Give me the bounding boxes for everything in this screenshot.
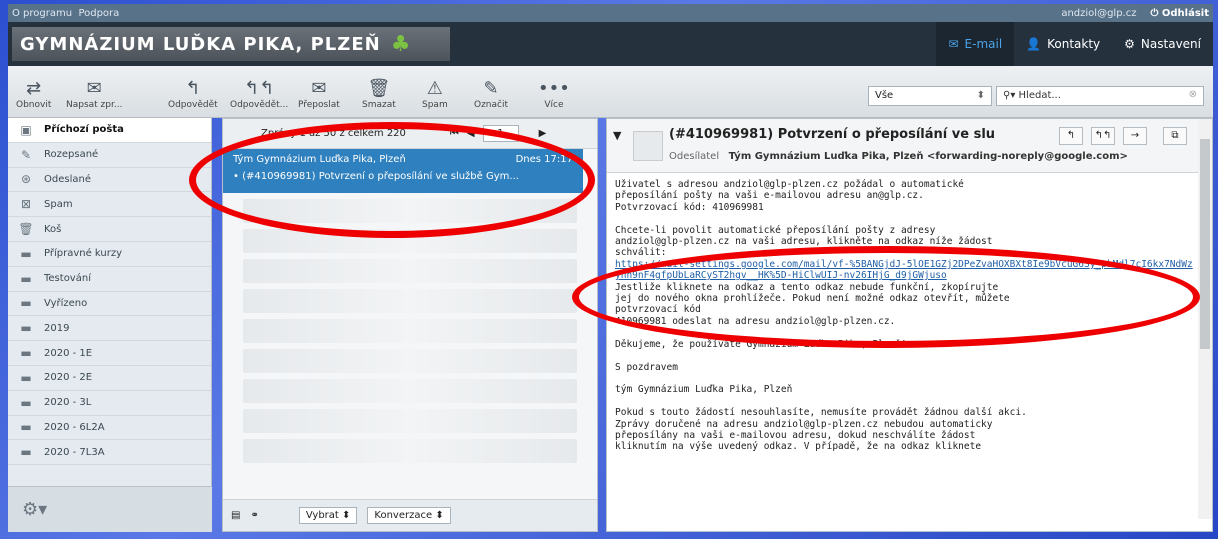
- message-subject: (#410969981) Potvrzení o přeposílání ve …: [669, 127, 996, 142]
- folder-item[interactable]: ▬ Vyřízeno: [8, 292, 211, 317]
- thread-icon[interactable]: ⚭: [250, 510, 258, 521]
- conversation-dropdown[interactable]: Konverzace ⬍: [367, 507, 451, 524]
- list-item[interactable]: [243, 259, 577, 283]
- list-view-icon[interactable]: ▤: [231, 510, 240, 521]
- reply-all-button[interactable]: ↰↰: [1091, 127, 1115, 145]
- folder-icon: ▬: [20, 321, 32, 336]
- scroll-thumb[interactable]: [1200, 139, 1210, 349]
- folder-icon: ▬: [20, 246, 32, 261]
- folder-icon: ▬: [20, 445, 32, 460]
- folder-item[interactable]: ▬ 2020 - 7L3A: [8, 440, 211, 466]
- folder-spam[interactable]: ⊠ Spam: [8, 192, 211, 218]
- compose-icon: ✉: [86, 78, 102, 99]
- list-footer: ▤ ⚭ Vybrat ⬍ Konverzace ⬍: [223, 499, 597, 531]
- spam-icon: ⚠: [426, 78, 443, 99]
- folder-item[interactable]: ▬ Testování: [8, 267, 211, 292]
- logo-title: GYMNÁZIUM LUĎKA PIKA, PLZEŇ: [20, 33, 381, 55]
- folder-item[interactable]: ▬ 2020 - 2E: [8, 366, 211, 391]
- folder-inbox[interactable]: ▣ Příchozí pošta: [8, 118, 211, 143]
- folder-icon: ▬: [20, 420, 32, 435]
- about-link[interactable]: O programu: [12, 8, 72, 19]
- spam-icon: ⊠: [20, 197, 32, 212]
- pencil-icon: ✎: [20, 147, 32, 162]
- open-window-button[interactable]: ⧉: [1163, 127, 1187, 145]
- scrollbar[interactable]: [1198, 119, 1212, 519]
- reply-all-icon: ↰↰: [244, 78, 275, 99]
- clear-icon[interactable]: ⊗: [1189, 89, 1197, 100]
- pencil-icon: ✎: [483, 78, 499, 99]
- folder-list: ▣ Příchozí pošta ✎ Rozepsané ⊛ Odeslané ⊠ Sp…: [8, 118, 212, 532]
- list-item[interactable]: [243, 409, 577, 433]
- collapse-icon[interactable]: ▼: [613, 129, 621, 142]
- folder-settings-button[interactable]: ⚙▾: [8, 486, 212, 532]
- gear-icon: ⚙▾: [22, 499, 48, 520]
- search-input[interactable]: ⚲▾ Hledat... ⊗: [996, 86, 1204, 106]
- header: GYMNÁZIUM LUĎKA PIKA, PLZEŇ ♣ ✉ E-mail 👤 Ko…: [8, 22, 1213, 66]
- reply-button[interactable]: ↰ Odpovědět: [168, 78, 218, 110]
- chevron-down-icon: ⬍: [976, 90, 985, 101]
- message-body: Uživatel s adresou andziol@glp-plzen.cz …: [615, 179, 1193, 453]
- select-dropdown[interactable]: Vybrat ⬍: [298, 507, 358, 524]
- folder-icon: ▬: [20, 296, 32, 311]
- nav-contacts[interactable]: 👤 Kontakty: [1014, 22, 1112, 66]
- top-bar: O programu Podpora andziol@glp.cz ⏻ Odhl…: [8, 4, 1213, 22]
- refresh-icon: ⇄: [26, 78, 42, 99]
- more-icon: •••: [538, 78, 570, 99]
- avatar: [633, 131, 663, 161]
- forward-button[interactable]: →: [1123, 127, 1147, 145]
- sent-icon: ⊛: [20, 172, 32, 187]
- forward-icon: ✉: [311, 78, 327, 99]
- red-annotation-ellipse: [189, 122, 595, 238]
- folder-item[interactable]: ▬ 2020 - 6L2A: [8, 416, 211, 441]
- trash-icon: 🗑: [18, 222, 34, 237]
- list-item[interactable]: [243, 319, 577, 343]
- next-page-icon[interactable]: ▶: [539, 128, 547, 139]
- folder-item[interactable]: ▬ 2020 - 1E: [8, 341, 211, 366]
- folder-icon: ▬: [20, 346, 32, 361]
- logout-button[interactable]: ⏻ Odhlásit: [1150, 8, 1209, 19]
- message-sender: Odesílatel Tým Gymnázium Luďka Pika, Plz…: [669, 151, 1128, 162]
- main-nav: ✉ E-mail 👤 Kontakty ⚙ Nastavení: [936, 22, 1213, 66]
- folder-drafts[interactable]: ✎ Rozepsané: [8, 143, 211, 168]
- support-link[interactable]: Podpora: [78, 8, 119, 19]
- nav-settings[interactable]: ⚙ Nastavení: [1112, 22, 1213, 66]
- refresh-button[interactable]: ⇄ Obnovit: [16, 78, 51, 110]
- reply-button[interactable]: ↰: [1059, 127, 1083, 145]
- search-icon: ⚲▾: [1003, 90, 1016, 101]
- message-header: ▼ (#410969981) Potvrzení o přeposílání v…: [607, 119, 1212, 173]
- trash-icon: 🗑: [367, 78, 391, 99]
- tree-icon: ♣: [390, 31, 412, 57]
- folder-icon: ▬: [20, 395, 32, 410]
- compose-button[interactable]: ✉ Napsat zpr...: [66, 78, 122, 110]
- person-icon: 👤: [1026, 37, 1042, 51]
- folder-trash[interactable]: 🗑 Koš: [8, 217, 211, 242]
- inbox-icon: ▣: [20, 122, 32, 137]
- folder-sent[interactable]: ⊛ Odeslané: [8, 168, 211, 193]
- delete-button[interactable]: 🗑 Smazat: [362, 78, 396, 110]
- mark-button[interactable]: ✎ Označit: [474, 78, 508, 110]
- folder-item[interactable]: ▬ 2019: [8, 316, 211, 342]
- mail-icon: ✉: [948, 37, 959, 51]
- reply-icon: ↰: [185, 78, 201, 99]
- forward-button[interactable]: ✉ Přeposlat: [298, 78, 340, 110]
- folder-item[interactable]: ▬ Přípravné kurzy: [8, 242, 211, 267]
- folder-icon: ▬: [20, 370, 32, 385]
- spam-button[interactable]: ⚠ Spam: [422, 78, 448, 110]
- red-annotation-ellipse: [572, 246, 1200, 348]
- power-icon: ⏻: [1150, 7, 1159, 19]
- logo: GYMNÁZIUM LUĎKA PIKA, PLZEŇ ♣: [12, 27, 450, 61]
- user-email: andziol@glp.cz: [1061, 7, 1137, 19]
- folder-item[interactable]: ▬ 2020 - 3L: [8, 391, 211, 416]
- more-button[interactable]: ••• Více: [538, 78, 570, 110]
- list-item[interactable]: [243, 379, 577, 403]
- list-item[interactable]: [243, 349, 577, 373]
- gear-icon: ⚙: [1124, 37, 1135, 51]
- folder-icon: ▬: [20, 271, 32, 286]
- nav-email[interactable]: ✉ E-mail: [936, 22, 1015, 66]
- list-item[interactable]: [243, 289, 577, 313]
- filter-select[interactable]: Vše ⬍: [868, 86, 992, 106]
- reply-all-button[interactable]: ↰↰ Odpovědět...: [230, 78, 288, 110]
- list-item[interactable]: [243, 439, 577, 463]
